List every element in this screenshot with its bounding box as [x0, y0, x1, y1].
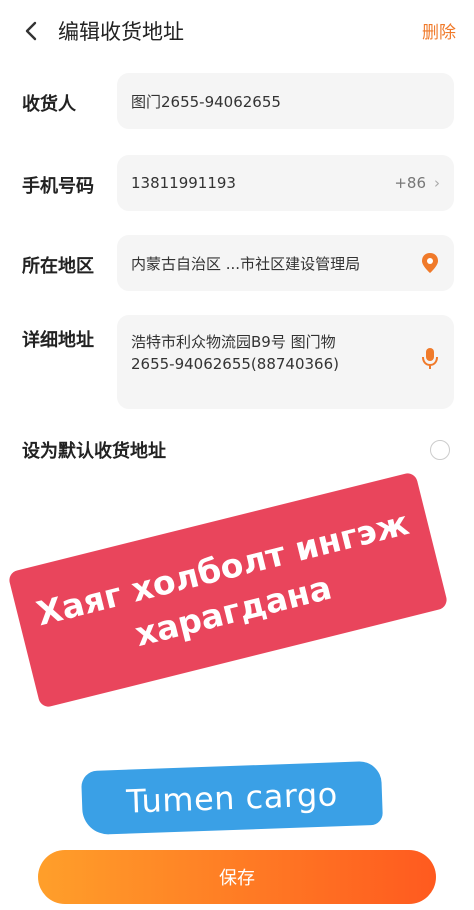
save-button[interactable]: 保存	[38, 850, 436, 904]
default-address-toggle[interactable]	[430, 440, 450, 460]
default-address-label: 设为默认收货地址	[22, 441, 166, 462]
phone-label: 手机号码	[22, 176, 94, 197]
delete-button[interactable]: 删除	[422, 18, 456, 43]
recipient-label: 收货人	[22, 94, 76, 115]
region-label: 所在地区	[22, 256, 94, 277]
header-bar: 编辑收货地址 删除	[0, 0, 474, 62]
page-title: 编辑收货地址	[58, 20, 184, 44]
brand-text: Tumen cargo	[125, 775, 339, 821]
recipient-value: 图门2655-94062655	[131, 92, 281, 111]
location-pin-icon[interactable]	[420, 252, 440, 274]
promo-banner: Хаяг холболт ингэж харагдана	[7, 471, 449, 709]
recipient-field[interactable]: 图门2655-94062655	[117, 73, 454, 129]
chevron-left-icon	[25, 21, 37, 41]
microphone-icon[interactable]	[420, 347, 440, 371]
phone-field[interactable]: 13811991193 +86 ›	[117, 155, 454, 211]
country-code[interactable]: +86	[394, 174, 426, 192]
address-value: 浩特市利众物流园B9号 图门物 2655-94062655(88740366)	[131, 333, 339, 373]
address-field[interactable]: 浩特市利众物流园B9号 图门物 2655-94062655(88740366)	[117, 315, 454, 409]
phone-value: 13811991193	[131, 174, 236, 192]
back-button[interactable]	[14, 14, 48, 48]
region-field[interactable]: 内蒙古自治区 ...市社区建设管理局	[117, 235, 454, 291]
brand-brush: Tumen cargo	[80, 760, 384, 836]
chevron-right-icon: ›	[434, 174, 440, 192]
region-value: 内蒙古自治区 ...市社区建设管理局	[131, 254, 361, 273]
address-label: 详细地址	[22, 330, 94, 351]
